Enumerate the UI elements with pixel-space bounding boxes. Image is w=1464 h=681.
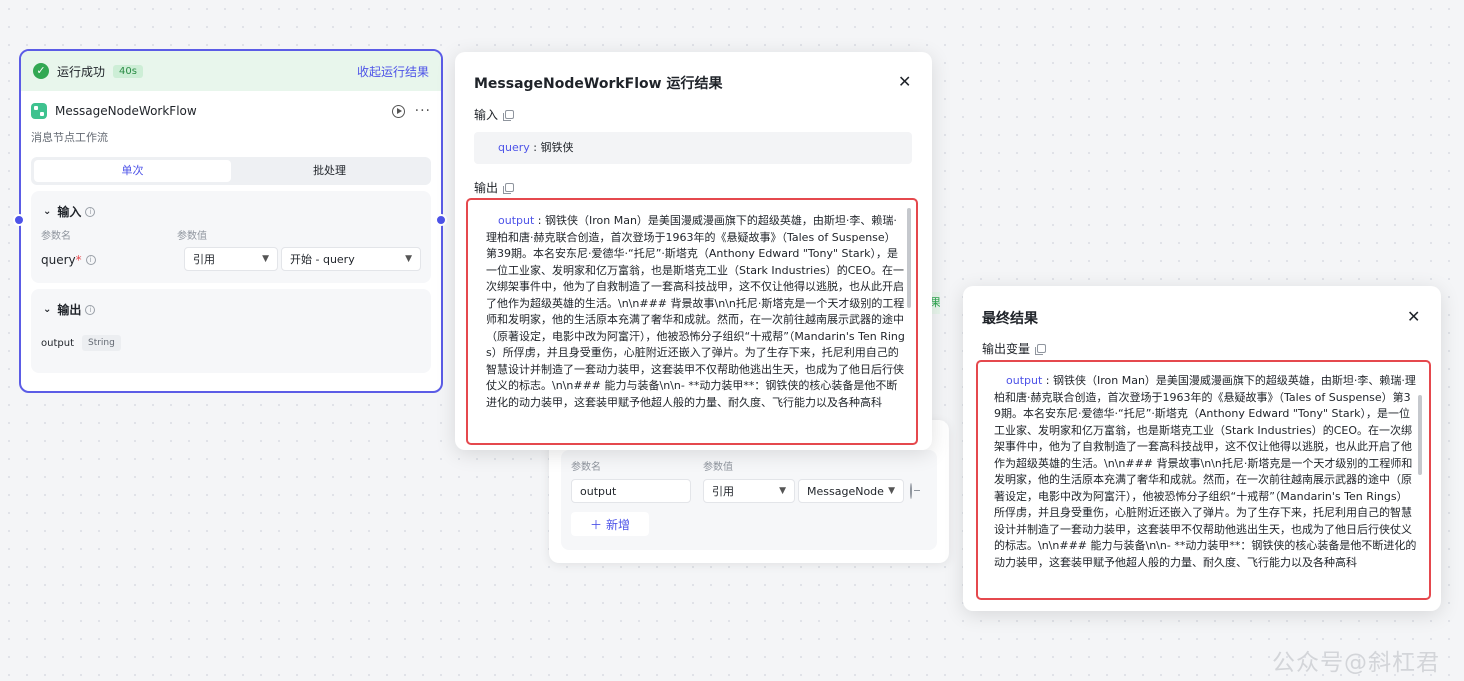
info-icon: i bbox=[85, 304, 96, 315]
node-title: MessageNodeWorkFlow bbox=[55, 104, 197, 118]
param-name-header: 参数名 bbox=[571, 462, 601, 473]
chevron-down-icon: ▼ bbox=[262, 254, 269, 264]
copy-icon[interactable] bbox=[503, 183, 515, 194]
chevron-down-icon: ▼ bbox=[888, 486, 895, 496]
chevron-down-icon: ▼ bbox=[405, 254, 412, 264]
check-circle-icon: ✓ bbox=[33, 63, 49, 79]
chevron-down-icon: ⌄ bbox=[43, 206, 52, 217]
chevron-down-icon: ⌄ bbox=[43, 304, 52, 315]
end-ref-type-select[interactable]: 引用 ▼ bbox=[703, 479, 795, 503]
watermark-text: 公众号@斜杠君 bbox=[1272, 650, 1440, 676]
tab-single[interactable]: 单次 bbox=[34, 160, 231, 182]
copy-icon[interactable] bbox=[503, 110, 515, 121]
final-result-title: 最终结果 bbox=[982, 311, 1038, 327]
run-mode-tabs: 单次 批处理 bbox=[31, 157, 431, 185]
final-output-text: output : 钢铁侠（Iron Man）是美国漫威漫画旗下的超级英雄，由斯坦… bbox=[994, 374, 1417, 569]
input-port-handle[interactable] bbox=[13, 214, 25, 226]
ref-value-select[interactable]: 开始 - query ▼ bbox=[281, 247, 421, 271]
chevron-down-icon: ▼ bbox=[779, 486, 786, 496]
node-header: MessageNodeWorkFlow ··· bbox=[31, 101, 431, 121]
final-result-dialog: 最终结果 ✕ 输出变量 output : 钢铁侠（Iron Man）是美国漫威漫… bbox=[963, 286, 1441, 611]
output-param-row: output String bbox=[41, 335, 121, 351]
output-variable-label: 输出变量 bbox=[982, 340, 1047, 357]
run-result-dialog: MessageNodeWorkFlow 运行结果 ✕ 输入 query : 钢铁… bbox=[455, 52, 932, 450]
scrollbar-thumb[interactable] bbox=[1418, 395, 1422, 475]
query-param-label: query * i bbox=[41, 253, 96, 267]
ref-type-select[interactable]: 引用 ▼ bbox=[184, 247, 278, 271]
end-output-name-field[interactable]: output bbox=[571, 479, 691, 503]
output-section-title[interactable]: ⌄ 输出 i bbox=[43, 301, 96, 318]
scrollbar-thumb[interactable] bbox=[907, 208, 911, 308]
node-description: 消息节点工作流 bbox=[31, 131, 108, 144]
info-icon: i bbox=[85, 255, 96, 265]
run-result-title: MessageNodeWorkFlow 运行结果 bbox=[474, 76, 723, 92]
run-duration-badge: 40s bbox=[113, 64, 143, 78]
output-param-name: output bbox=[41, 337, 74, 349]
param-value-header: 参数值 bbox=[177, 231, 207, 242]
run-output-text: output : 钢铁侠（Iron Man）是美国漫威漫画旗下的超级英雄，由斯坦… bbox=[486, 214, 905, 409]
required-star: * bbox=[75, 253, 82, 267]
run-status-text: 运行成功 bbox=[57, 64, 106, 79]
close-icon[interactable]: ✕ bbox=[1407, 307, 1420, 326]
collapse-results-link[interactable]: 收起运行结果 bbox=[357, 63, 429, 80]
run-status-bar: ✓ 运行成功 40s 收起运行结果 bbox=[21, 51, 441, 91]
output-port-handle[interactable] bbox=[435, 214, 447, 226]
workflow-node-card[interactable]: ✓ 运行成功 40s 收起运行结果 MessageNodeWorkFlow ··… bbox=[19, 49, 443, 393]
output-type-tag: String bbox=[81, 335, 121, 351]
close-icon[interactable]: ✕ bbox=[898, 72, 911, 91]
run-input-value: query : 钢铁侠 bbox=[474, 132, 912, 164]
run-output-box[interactable]: output : 钢铁侠（Iron Man）是美国漫威漫画旗下的超级英雄，由斯坦… bbox=[466, 198, 918, 445]
tab-batch[interactable]: 批处理 bbox=[231, 160, 428, 182]
remove-param-icon[interactable] bbox=[910, 483, 912, 499]
workflow-icon bbox=[31, 103, 47, 119]
param-value-header: 参数值 bbox=[703, 462, 733, 473]
run-play-icon[interactable] bbox=[391, 104, 405, 118]
copy-icon[interactable] bbox=[1035, 344, 1047, 355]
param-name-header: 参数名 bbox=[41, 231, 71, 242]
output-section: ⌄ 输出 i output String bbox=[31, 289, 431, 373]
more-options-icon[interactable]: ··· bbox=[415, 104, 431, 118]
run-output-label: 输出 bbox=[474, 179, 515, 196]
input-section: ⌄ 输入 i 参数名 参数值 query * i 引用 ▼ 开始 - query … bbox=[31, 191, 431, 283]
add-param-button[interactable]: ＋ 新增 bbox=[571, 512, 649, 536]
run-input-label: 输入 bbox=[474, 106, 515, 123]
end-ref-value-select[interactable]: MessageNode ▼ bbox=[798, 479, 904, 503]
final-output-box[interactable]: output : 钢铁侠（Iron Man）是美国漫威漫画旗下的超级英雄，由斯坦… bbox=[976, 360, 1431, 600]
info-icon: i bbox=[85, 206, 96, 217]
plus-icon: ＋ bbox=[589, 517, 602, 532]
input-section-title[interactable]: ⌄ 输入 i bbox=[43, 203, 96, 220]
